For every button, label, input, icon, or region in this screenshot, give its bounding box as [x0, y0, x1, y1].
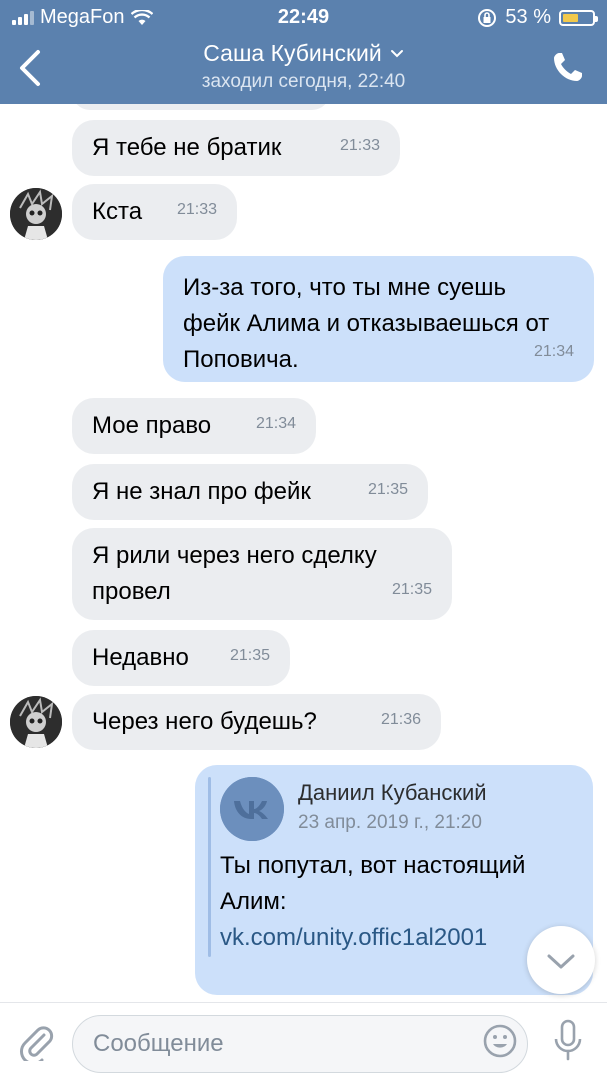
status-bar: MegaFon 22:49 53 %: [0, 0, 607, 34]
phone-icon[interactable]: [551, 50, 585, 84]
forward-quote-bar: [208, 777, 211, 957]
message-text: Недавно: [92, 644, 189, 671]
forwarded-date: 23 апр. 2019 г., 21:20: [298, 812, 482, 833]
message-bubble[interactable]: Я рили через него сделку провел 21:35: [72, 528, 452, 620]
battery-percent: 53 %: [505, 6, 551, 28]
forwarded-text-block: Ты попутал, вот настоящий Алим: vk.com/u…: [220, 848, 580, 956]
battery-block: 53 %: [477, 6, 598, 29]
contact-title[interactable]: Саша Кубинский: [203, 40, 403, 67]
navigation-bar: MegaFon 22:49 53 % Саша Кубинский заходи…: [0, 0, 607, 104]
last-seen-status: заходил сегодня, 22:40: [201, 71, 406, 92]
chat-header[interactable]: Саша Кубинский заходил сегодня, 22:40: [0, 40, 607, 93]
mic-icon[interactable]: [552, 1019, 584, 1063]
message-time: 21:35: [391, 581, 432, 598]
scroll-down-icon: [547, 954, 575, 969]
message-bubble-outgoing[interactable]: Из-за того, что ты мне суешь фейк Алима …: [163, 256, 594, 382]
message-bubble[interactable]: Недавно 21:35: [72, 630, 290, 686]
message-bubble-clipped[interactable]: [72, 104, 330, 110]
message-time: 21:35: [229, 647, 270, 664]
message-text: Кста: [92, 198, 143, 225]
scroll-down-button[interactable]: [527, 926, 595, 994]
message-bubble[interactable]: Мое право 21:34: [72, 398, 316, 454]
forwarded-text: Ты попутал, вот настоящий Алим:: [220, 852, 526, 915]
avatar[interactable]: [10, 696, 62, 748]
emoji-icon[interactable]: [482, 1023, 518, 1059]
message-time: 21:34: [255, 415, 296, 432]
message-text: Мое право: [92, 412, 212, 439]
composer-bar: Сообщение: [0, 1002, 607, 1081]
message-input-placeholder: Сообщение: [93, 1030, 224, 1057]
avatar-image: [10, 696, 62, 748]
message-bubble[interactable]: Через него будешь? 21:36: [72, 694, 441, 750]
message-text: Я рили через него сделку провел: [92, 542, 377, 605]
contact-name: Саша Кубинский: [203, 40, 382, 66]
message-time: 21:35: [367, 481, 408, 498]
forwarded-author-avatar[interactable]: [220, 777, 284, 841]
message-text: Через него будешь?: [92, 708, 317, 735]
orientation-lock-icon: [478, 8, 497, 27]
forwarded-author-name[interactable]: Даниил Кубанский: [298, 780, 487, 806]
message-time: 21:33: [339, 137, 380, 154]
message-time: 21:36: [380, 711, 421, 728]
message-bubble[interactable]: Я не знал про фейк 21:35: [72, 464, 428, 520]
message-bubble[interactable]: Я тебе не братик 21:33: [72, 120, 400, 176]
message-text: Из-за того, что ты мне суешь фейк Алима …: [183, 274, 550, 373]
attach-icon[interactable]: [18, 1021, 54, 1061]
message-bubble[interactable]: Кста 21:33: [72, 184, 237, 240]
message-input[interactable]: Сообщение: [72, 1015, 528, 1073]
message-time: 21:33: [176, 201, 217, 218]
chevron-down-icon: [390, 49, 403, 57]
message-time: 21:34: [533, 343, 574, 360]
battery-icon: [559, 9, 598, 26]
message-text: Я не знал про фейк: [92, 478, 311, 505]
vk-logo-icon: [220, 777, 284, 841]
message-text: Я тебе не братик: [92, 134, 282, 161]
forwarded-link[interactable]: vk.com/unity.offic1al2001: [220, 920, 530, 956]
avatar-image: [10, 188, 62, 240]
avatar[interactable]: [10, 188, 62, 240]
